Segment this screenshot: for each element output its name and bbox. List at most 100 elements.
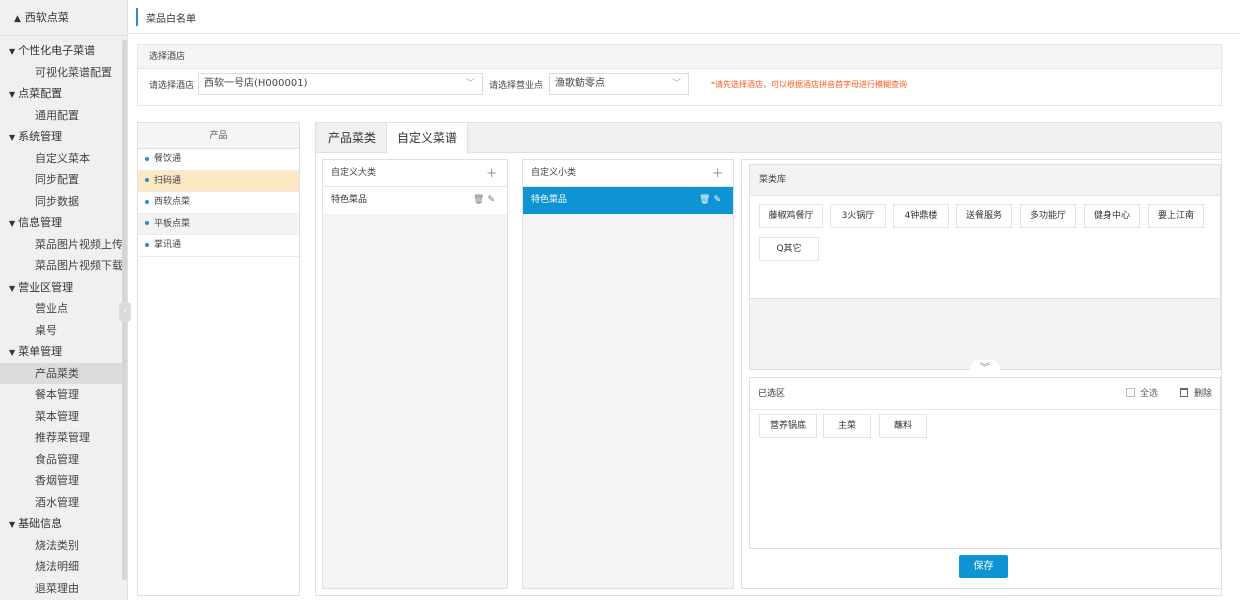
selected-area-title: 已选区	[758, 389, 786, 399]
product-item[interactable]: 扫码通	[138, 170, 299, 192]
sidebar-group[interactable]: ▼ 信息管理	[0, 212, 127, 234]
product-item[interactable]: 平板点菜	[138, 213, 299, 235]
tab-product-category[interactable]: 产品菜类	[318, 123, 386, 153]
sidebar-item[interactable]: 通用配置	[0, 105, 127, 127]
sidebar-item[interactable]: 菜品图片视频上传	[0, 234, 127, 256]
library-chip[interactable]: 送餐服务	[956, 204, 1012, 228]
add-icon[interactable]: +	[712, 160, 723, 187]
sidebar-brand[interactable]: ▲ 西软点菜	[0, 0, 127, 36]
big-category-row[interactable]: 特色菜品 🗑✎	[323, 187, 507, 214]
caret-down-icon: ▼	[9, 219, 16, 228]
selected-chip[interactable]: 蘸料	[879, 414, 927, 438]
bullet-icon	[145, 178, 149, 182]
edit-icon[interactable]: ✎	[487, 195, 498, 205]
small-category-label: 特色菜品	[531, 195, 568, 205]
selected-area: 已选区 全选 删除 营养锅底 主菜 蘸料	[749, 377, 1221, 549]
caret-down-icon: ▼	[9, 47, 16, 56]
tab-custom-menu[interactable]: 自定义菜谱	[386, 123, 469, 154]
sidebar-menu: ▼ 个性化电子菜谱 可视化菜谱配置 ▼ 点菜配置 通用配置 ▼ 系统管理 自定义菜本 同步配置 同步…	[0, 36, 127, 599]
big-category-panel: 自定义大类 + 特色菜品 🗑✎	[322, 159, 508, 589]
sidebar-item[interactable]: 酒水管理	[0, 492, 127, 514]
small-category-row[interactable]: 特色菜品 🗑✎	[523, 187, 733, 214]
library-chip[interactable]: 多功能厅	[1020, 204, 1076, 228]
product-item[interactable]: 掌讯通	[138, 235, 299, 257]
expand-icon[interactable]: ︾	[970, 360, 1000, 378]
sidebar-item[interactable]: 同步配置	[0, 169, 127, 191]
select-all-checkbox[interactable]: 全选	[1125, 378, 1158, 410]
sidebar-item[interactable]: 菜品图片视频下载	[0, 255, 127, 277]
chevron-down-icon: ﹀	[465, 79, 475, 89]
sidebar-item[interactable]: 自定义菜本	[0, 148, 127, 170]
sidebar-group[interactable]: ▼ 系统管理	[0, 126, 127, 148]
library-chip[interactable]: 健身中心	[1084, 204, 1140, 228]
trash-icon[interactable]: 🗑	[699, 195, 713, 205]
hotel-selection-panel: 选择酒店 请选择酒店 西软一号店(H000001) ﹀ 请选择营业点 渔歌鲂零点 ﹀…	[137, 44, 1222, 106]
outlet-select[interactable]: 渔歌鲂零点 ﹀	[549, 73, 689, 95]
library-chip[interactable]: 3火锅厅	[830, 204, 886, 228]
sidebar-item[interactable]: 桌号	[0, 320, 127, 342]
big-category-label: 特色菜品	[331, 195, 368, 205]
brand-label: 西软点菜	[24, 11, 69, 24]
caret-down-icon: ▼	[9, 348, 16, 357]
sidebar-item[interactable]: 菜本管理	[0, 406, 127, 428]
library-chip[interactable]: Q其它	[759, 237, 819, 261]
sidebar-group-label: 个性化电子菜谱	[18, 44, 96, 57]
library-chip[interactable]: 要上江南	[1148, 204, 1204, 228]
product-item-label: 掌讯通	[154, 240, 182, 250]
library-title: 菜类库	[750, 165, 1220, 196]
sidebar: ▲ 西软点菜 ▼ 个性化电子菜谱 可视化菜谱配置 ▼ 点菜配置 通用配置 ▼ 系统管理 自定义菜本…	[0, 0, 128, 600]
sidebar-item[interactable]: 营业点	[0, 298, 127, 320]
category-library: 菜类库 藤椒鸡餐厅 3火锅厅 4钟鼎楼 送餐服务 多功能厅 健身中心 要上江南 …	[749, 164, 1221, 370]
product-panel-title: 产品	[138, 123, 299, 149]
hotel-select-value: 西软一号店(H000001)	[204, 78, 308, 89]
sidebar-group[interactable]: ▼ 个性化电子菜谱	[0, 40, 127, 62]
page-title: 菜品白名单	[146, 14, 196, 25]
sidebar-group-label: 基础信息	[18, 517, 63, 530]
sidebar-group[interactable]: ▼ 点菜配置	[0, 83, 127, 105]
big-category-header: 自定义大类 +	[323, 160, 507, 187]
library-chip[interactable]: 藤椒鸡餐厅	[759, 204, 823, 228]
bullet-icon	[145, 156, 149, 161]
hint-text: *请先选择酒店，可以根据酒店拼音首字母进行模糊查询	[711, 80, 907, 89]
bullet-icon	[145, 199, 149, 204]
sidebar-group[interactable]: ▼ 基础信息	[0, 513, 127, 535]
sidebar-item[interactable]: 推荐菜管理	[0, 427, 127, 449]
edit-icon[interactable]: ✎	[713, 195, 724, 205]
library-chip[interactable]: 4钟鼎楼	[893, 204, 949, 228]
caret-down-icon: ▼	[9, 90, 16, 99]
save-button[interactable]: 保存	[959, 555, 1008, 578]
outlet-label: 请选择营业点	[489, 81, 544, 91]
delete-button[interactable]: 删除	[1179, 378, 1212, 410]
sidebar-item[interactable]: 香烟管理	[0, 470, 127, 492]
sidebar-group-label: 信息管理	[18, 216, 63, 229]
sidebar-item[interactable]: 可视化菜谱配置	[0, 62, 127, 84]
sidebar-group[interactable]: ▼ 营业区管理	[0, 277, 127, 299]
trash-icon[interactable]: 🗑	[473, 195, 487, 205]
selected-area-header: 已选区 全选 删除	[750, 378, 1220, 410]
hotel-label: 请选择酒店	[149, 81, 195, 91]
add-icon[interactable]: +	[486, 160, 497, 187]
sidebar-group-label: 菜单管理	[18, 345, 63, 358]
small-category-panel: 自定义小类 + 特色菜品 🗑✎	[522, 159, 734, 589]
bullet-icon	[145, 221, 149, 225]
tab-bar: 产品菜类 自定义菜谱	[316, 123, 1221, 154]
sidebar-item[interactable]: 烧法类别	[0, 535, 127, 557]
sidebar-group-label: 点菜配置	[18, 87, 63, 100]
product-panel: 产品 餐饮通 扫码通 西软点菜 平板点菜 掌讯通	[137, 122, 300, 596]
hotel-select[interactable]: 西软一号店(H000001) ﹀	[198, 73, 483, 95]
product-item[interactable]: 餐饮通	[138, 149, 299, 171]
sidebar-item[interactable]: 烧法明细	[0, 556, 127, 578]
sidebar-group[interactable]: ▼ 菜单管理	[0, 341, 127, 363]
small-category-title: 自定义小类	[531, 168, 577, 178]
sidebar-item[interactable]: 产品菜类	[0, 362, 127, 384]
sidebar-item[interactable]: 餐本管理	[0, 384, 127, 406]
sidebar-item[interactable]: 同步数据	[0, 191, 127, 213]
sidebar-item[interactable]: 退菜理由	[0, 578, 127, 600]
sidebar-item[interactable]: 食品管理	[0, 449, 127, 471]
selected-chip[interactable]: 营养锅底	[759, 414, 817, 438]
product-item-label: 扫码通	[154, 175, 182, 186]
selected-chip[interactable]: 主菜	[823, 414, 871, 438]
collapse-sidebar-icon[interactable]: ‹	[119, 301, 131, 323]
chevron-down-icon: ﹀	[671, 79, 681, 89]
product-item[interactable]: 西软点菜	[138, 192, 299, 214]
